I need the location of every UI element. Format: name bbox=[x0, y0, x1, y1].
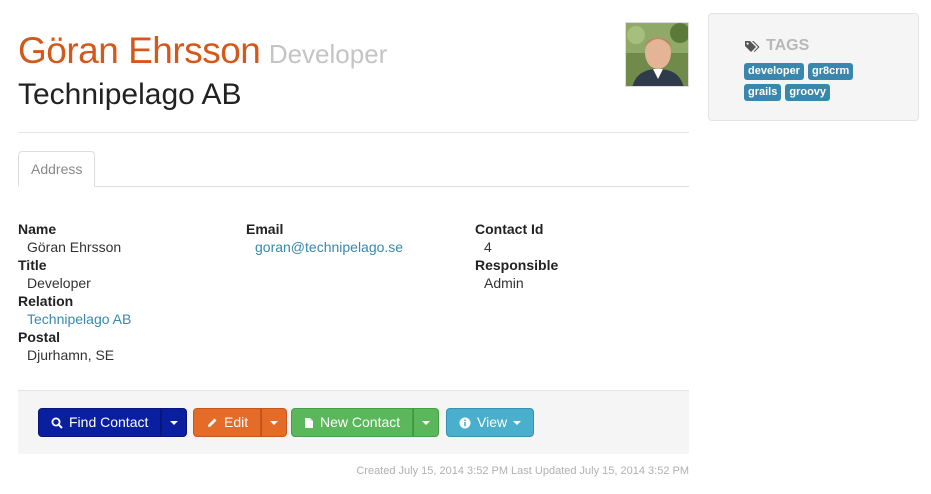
tags-heading: TAGS bbox=[744, 37, 809, 55]
find-contact-dropdown[interactable] bbox=[161, 408, 188, 437]
action-bar: Find Contact Edit New Contact View bbox=[18, 390, 689, 454]
relation-link[interactable]: Technipelago AB bbox=[18, 310, 131, 328]
timestamps: Created July 15, 2014 3:52 PM Last Updat… bbox=[356, 465, 689, 477]
find-contact-group: Find Contact bbox=[38, 408, 188, 437]
contact-header: Göran Ehrsson Developer Technipelago AB bbox=[18, 0, 689, 133]
details-column-1: Name Göran Ehrsson Title Developer Relat… bbox=[18, 220, 131, 364]
avatar bbox=[625, 22, 689, 87]
postal-value: Djurhamn, SE bbox=[27, 347, 115, 363]
chevron-down-icon bbox=[513, 420, 522, 425]
email-link[interactable]: goran@technipelago.se bbox=[246, 238, 403, 256]
details-column-3: Contact Id 4 Responsible Admin bbox=[475, 220, 558, 292]
details-column-2: Email goran@technipelago.se bbox=[246, 220, 403, 256]
view-label: View bbox=[477, 414, 508, 430]
search-icon bbox=[51, 417, 63, 429]
edit-dropdown[interactable] bbox=[261, 408, 288, 437]
company-name: Technipelago AB bbox=[18, 78, 242, 111]
tab-bar: Address bbox=[18, 151, 689, 187]
email-label: Email bbox=[246, 221, 284, 237]
new-contact-group: New Contact bbox=[291, 408, 440, 437]
responsible-label: Responsible bbox=[475, 257, 559, 273]
name-value: Göran Ehrsson bbox=[27, 239, 122, 255]
avatar-photo bbox=[626, 23, 688, 86]
edit-button[interactable]: Edit bbox=[193, 408, 262, 437]
tag-groovy[interactable]: groovy bbox=[785, 84, 831, 101]
person-title: Developer bbox=[268, 39, 388, 69]
tags-icon bbox=[745, 40, 760, 52]
new-contact-label: New Contact bbox=[320, 414, 401, 430]
person-name: Göran Ehrsson bbox=[18, 30, 261, 71]
new-contact-button[interactable]: New Contact bbox=[291, 408, 414, 437]
file-icon bbox=[305, 417, 313, 428]
title-label: Title bbox=[18, 257, 47, 273]
view-button[interactable]: View bbox=[446, 408, 535, 437]
chevron-down-icon bbox=[170, 420, 179, 425]
tags-list: developer gr8crm grails groovy bbox=[744, 63, 894, 101]
edit-group: Edit bbox=[193, 408, 288, 437]
tags-panel: TAGS developer gr8crm grails groovy bbox=[708, 13, 919, 121]
view-group: View bbox=[446, 408, 535, 437]
tag-developer[interactable]: developer bbox=[744, 63, 804, 80]
find-contact-label: Find Contact bbox=[69, 414, 149, 430]
tag-grails[interactable]: grails bbox=[744, 84, 782, 101]
chevron-down-icon bbox=[270, 420, 279, 425]
postal-label: Postal bbox=[18, 329, 61, 345]
name-line: Göran Ehrsson Developer bbox=[18, 30, 387, 72]
responsible-value: Admin bbox=[484, 275, 524, 291]
tag-gr8crm[interactable]: gr8crm bbox=[807, 63, 854, 80]
name-label: Name bbox=[18, 221, 57, 237]
relation-label: Relation bbox=[18, 293, 74, 309]
tags-heading-label: TAGS bbox=[766, 37, 810, 54]
chevron-down-icon bbox=[422, 420, 431, 425]
pencil-icon bbox=[208, 418, 217, 427]
new-contact-dropdown[interactable] bbox=[413, 408, 440, 437]
info-icon bbox=[459, 417, 471, 428]
tab-address[interactable]: Address bbox=[18, 151, 96, 187]
contact-id-label: Contact Id bbox=[475, 221, 544, 237]
title-value: Developer bbox=[27, 275, 91, 291]
edit-label: Edit bbox=[224, 414, 249, 430]
contact-id-value: 4 bbox=[484, 239, 492, 255]
find-contact-button[interactable]: Find Contact bbox=[38, 408, 162, 437]
contact-main: Göran Ehrsson Developer Technipelago AB … bbox=[18, 0, 689, 477]
